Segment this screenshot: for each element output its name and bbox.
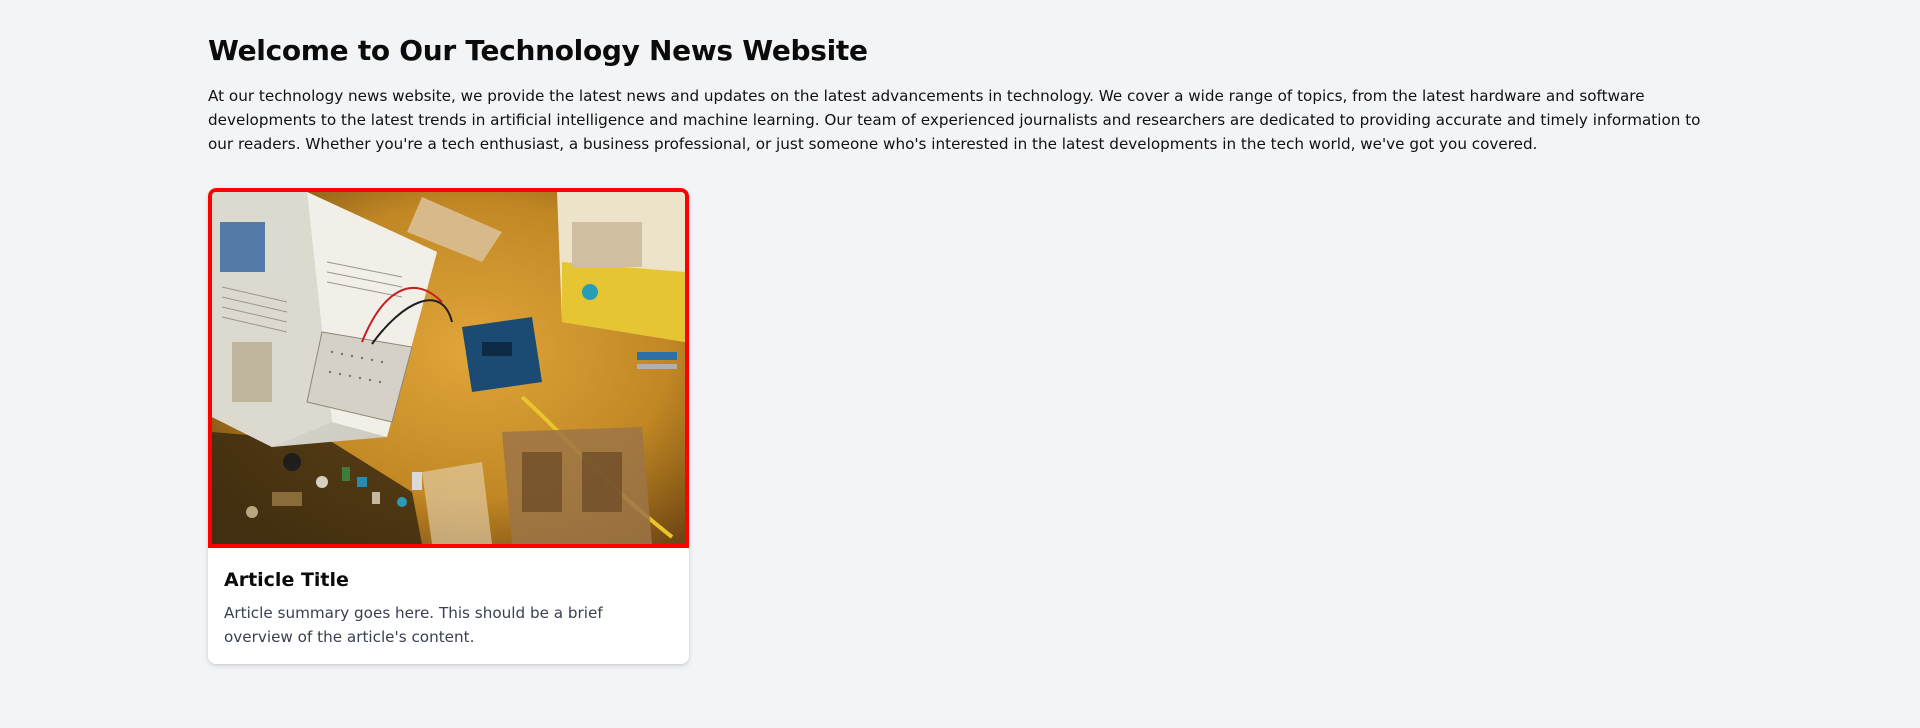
page-title: Welcome to Our Technology News Website [208, 34, 868, 67]
article-image[interactable] [208, 188, 689, 548]
article-title[interactable]: Article Title [224, 567, 673, 593]
main-content: Welcome to Our Technology News Website A… [208, 0, 1712, 664]
intro-paragraph: At our technology news website, we provi… [208, 87, 1701, 153]
article-card-body: Article Title Article summary goes here.… [208, 548, 689, 649]
electronics-workbench-photo [212, 192, 685, 544]
article-card[interactable]: Article Title Article summary goes here.… [208, 188, 689, 664]
article-summary: Article summary goes here. This should b… [224, 604, 603, 646]
